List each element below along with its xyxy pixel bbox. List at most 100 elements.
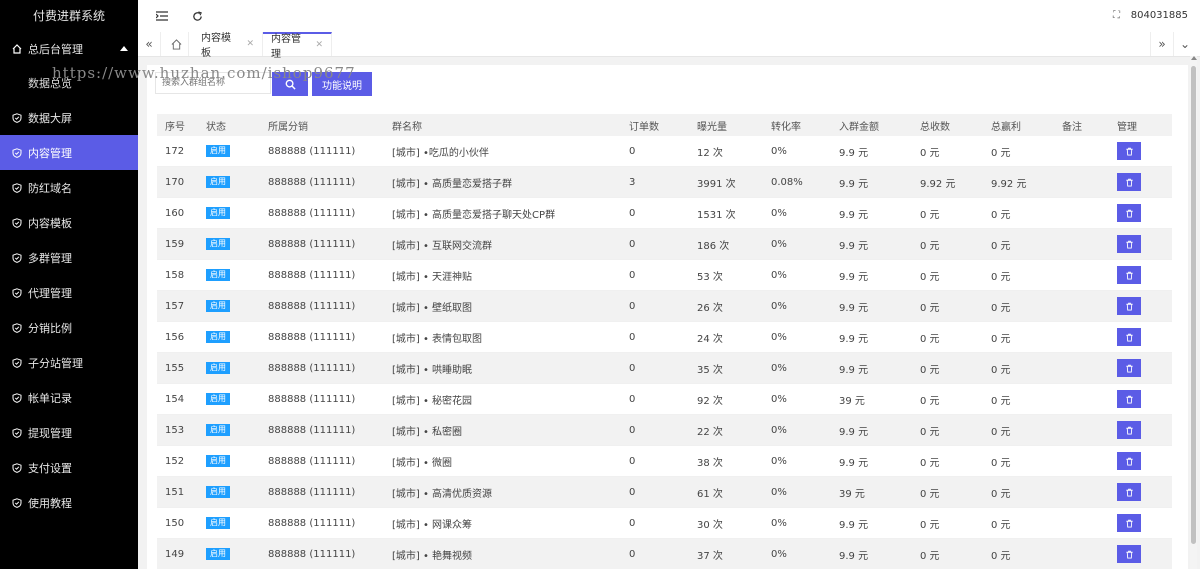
note	[1054, 383, 1109, 415]
tabs-scroll-right-icon[interactable]: »	[1150, 32, 1174, 56]
sidebar-item[interactable]: 内容模板	[0, 205, 138, 240]
sidebar-item[interactable]: 数据大屏	[0, 100, 138, 135]
delete-button[interactable]	[1117, 266, 1141, 284]
note	[1054, 321, 1109, 353]
distributor: 888888 (111111)	[260, 476, 384, 508]
delete-button[interactable]	[1117, 204, 1141, 222]
status-badge[interactable]: 启用	[206, 393, 230, 405]
delete-button[interactable]	[1117, 452, 1141, 470]
row-id: 170	[157, 166, 198, 198]
order-count: 0	[621, 197, 689, 229]
sidebar-item-label: 防红域名	[28, 181, 72, 195]
close-icon[interactable]: ✕	[246, 39, 254, 49]
status-badge[interactable]: 启用	[206, 424, 230, 436]
tab-content-template[interactable]: 内容模板 ✕	[193, 32, 263, 59]
delete-button[interactable]	[1117, 173, 1141, 191]
status-cell: 启用	[198, 228, 260, 260]
table-row: 172 启用 888888 (111111) [城市] •吃瓜的小伙伴 0 12 次 0% 9…	[157, 136, 1172, 167]
fullscreen-icon[interactable]: ⛶	[1113, 10, 1120, 21]
menu-toggle-icon[interactable]	[155, 9, 169, 23]
status-badge[interactable]: 启用	[206, 269, 230, 281]
sidebar-item[interactable]: 子分站管理	[0, 345, 138, 380]
row-id: 157	[157, 290, 198, 322]
status-badge[interactable]: 启用	[206, 455, 230, 467]
status-badge[interactable]: 启用	[206, 176, 230, 188]
status-badge[interactable]: 启用	[206, 207, 230, 219]
status-badge[interactable]: 启用	[206, 331, 230, 343]
status-cell: 启用	[198, 414, 260, 446]
sidebar-item-label: 内容管理	[28, 146, 72, 160]
column-header: 曝光量	[689, 114, 763, 136]
sidebar-item[interactable]: 分销比例	[0, 310, 138, 345]
note	[1054, 352, 1109, 384]
trash-icon	[1125, 395, 1133, 404]
table-row: 155 启用 888888 (111111) [城市] • 哄睡助眠 0 35 次 0% 9.…	[157, 352, 1172, 384]
entry-price: 9.9 元	[831, 352, 912, 384]
conversion-rate: 0.08%	[763, 166, 831, 198]
total-profit: 0 元	[983, 445, 1054, 477]
view-count: 37 次	[689, 538, 763, 569]
delete-button[interactable]	[1117, 359, 1141, 377]
close-icon[interactable]: ✕	[315, 40, 323, 50]
status-badge[interactable]: 启用	[206, 486, 230, 498]
delete-button[interactable]	[1117, 514, 1141, 532]
shield-check-icon	[12, 252, 22, 263]
tabs-menu-icon[interactable]: ⌄	[1174, 32, 1196, 56]
user-account[interactable]: 804031885	[1131, 10, 1188, 21]
total-profit: 0 元	[983, 383, 1054, 415]
sidebar-item[interactable]: 帐单记录	[0, 380, 138, 415]
column-header: 管理	[1109, 114, 1172, 136]
shield-check-icon	[12, 217, 22, 228]
tabs-scroll-left-icon[interactable]: «	[138, 32, 161, 56]
sidebar-item-label: 支付设置	[28, 461, 72, 475]
scrollbar[interactable]	[1190, 56, 1197, 569]
delete-button[interactable]	[1117, 483, 1141, 501]
status-badge[interactable]: 启用	[206, 517, 230, 529]
status-badge[interactable]: 启用	[206, 548, 230, 560]
status-badge[interactable]: 启用	[206, 300, 230, 312]
sidebar-item-label: 多群管理	[28, 251, 72, 265]
note	[1054, 507, 1109, 539]
delete-button[interactable]	[1117, 328, 1141, 346]
status-cell: 启用	[198, 290, 260, 322]
delete-button[interactable]	[1117, 142, 1141, 160]
sidebar-item[interactable]: 使用教程	[0, 485, 138, 520]
sidebar-group-admin[interactable]: 总后台管理	[0, 33, 138, 65]
tab-content-management[interactable]: 内容管理 ✕	[263, 32, 332, 60]
order-count: 0	[621, 136, 689, 167]
sidebar-item[interactable]: 代理管理	[0, 275, 138, 310]
tab-home-icon[interactable]	[164, 32, 189, 56]
delete-button[interactable]	[1117, 297, 1141, 315]
status-cell: 启用	[198, 476, 260, 508]
scrollbar-thumb[interactable]	[1191, 66, 1196, 544]
refresh-icon[interactable]	[190, 9, 204, 23]
shield-check-icon	[12, 357, 22, 368]
status-badge[interactable]: 启用	[206, 145, 230, 157]
entry-price: 9.9 元	[831, 414, 912, 446]
table-row: 151 启用 888888 (111111) [城市] • 高清优质资源 0 61 次 0%…	[157, 476, 1172, 508]
sidebar-item[interactable]: 提现管理	[0, 415, 138, 450]
order-count: 0	[621, 383, 689, 415]
delete-button[interactable]	[1117, 421, 1141, 439]
sidebar-item[interactable]: 内容管理	[0, 135, 138, 170]
conversion-rate: 0%	[763, 476, 831, 508]
trash-icon	[1125, 457, 1133, 466]
status-badge[interactable]: 启用	[206, 362, 230, 374]
sidebar-item[interactable]: 防红域名	[0, 170, 138, 205]
sidebar: 付费进群系统 总后台管理 数据总览 数据大屏 内容管理 防红域名 内容模板 多群管理 代理…	[0, 0, 138, 569]
delete-button[interactable]	[1117, 545, 1141, 563]
sidebar-item[interactable]: 多群管理	[0, 240, 138, 275]
column-header: 总收数	[912, 114, 983, 136]
scroll-up-icon[interactable]	[1190, 56, 1197, 60]
total-profit: 0 元	[983, 507, 1054, 539]
actions-cell	[1109, 136, 1172, 167]
delete-button[interactable]	[1117, 390, 1141, 408]
actions-cell	[1109, 476, 1172, 508]
view-count: 53 次	[689, 259, 763, 291]
status-badge[interactable]: 启用	[206, 238, 230, 250]
row-id: 150	[157, 507, 198, 539]
group-name: [城市] • 天涯神贴	[384, 259, 621, 291]
delete-button[interactable]	[1117, 235, 1141, 253]
row-id: 156	[157, 321, 198, 353]
sidebar-item[interactable]: 支付设置	[0, 450, 138, 485]
